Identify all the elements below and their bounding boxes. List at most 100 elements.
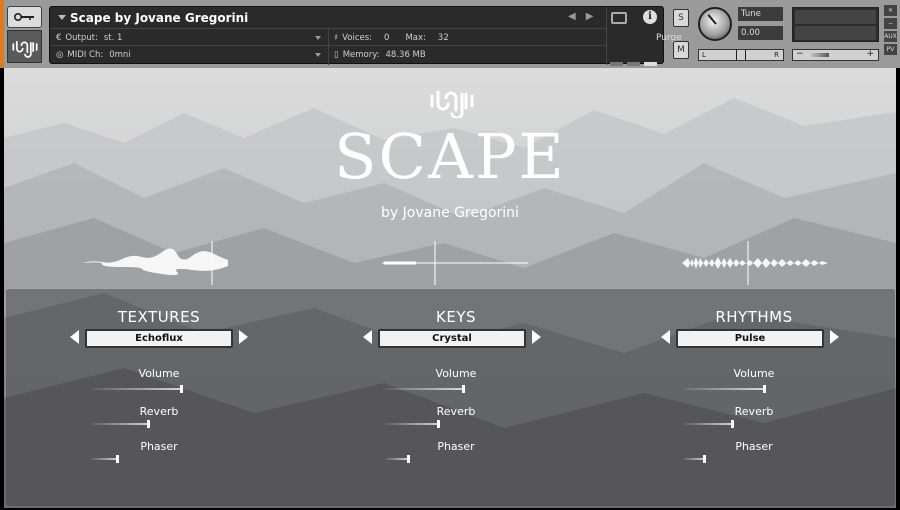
- preset-prev-arrow-icon[interactable]: [70, 330, 79, 344]
- minimize-icon[interactable]: −: [884, 18, 897, 29]
- brand-title: SCAPE: [334, 120, 566, 193]
- midi-field[interactable]: ◎ MIDI Ch: 0mni: [56, 47, 131, 62]
- output-value: st. 1: [103, 32, 123, 43]
- phaser-label: Phaser: [140, 440, 178, 453]
- memory-label: Memory:: [342, 49, 380, 60]
- keys-waveform: [382, 241, 528, 285]
- slider-thumb[interactable]: [116, 455, 119, 463]
- voices-icon: ♯: [334, 32, 339, 43]
- voices-field: ♯ Voices: 0 Max: 32: [334, 30, 449, 45]
- slider-thumb[interactable]: [180, 385, 183, 393]
- pan-center-mark: [736, 50, 746, 60]
- slider-track: [385, 423, 439, 425]
- tune-knob[interactable]: [698, 7, 732, 41]
- slider-track: [91, 458, 118, 460]
- preset-prev-arrow-icon[interactable]: [661, 330, 670, 344]
- prev-instrument-icon[interactable]: ◀: [568, 11, 576, 22]
- preset-next-arrow-icon[interactable]: [532, 330, 541, 344]
- preset-next-arrow-icon[interactable]: [830, 330, 839, 344]
- midi-value: 0mni: [109, 49, 131, 60]
- preset-selector[interactable]: Echoflux: [85, 329, 233, 348]
- slider-thumb[interactable]: [437, 420, 440, 428]
- pan-slider[interactable]: L R: [698, 49, 784, 61]
- output-label: Output:: [65, 32, 98, 43]
- camera-icon[interactable]: [611, 12, 627, 24]
- phaser-label: Phaser: [437, 440, 475, 453]
- instrument-nav: ◀ ▶: [568, 11, 603, 22]
- section-keys: KEYS Crystal Volume Reverb Phaser: [308, 289, 604, 507]
- output-dropdown-icon[interactable]: [315, 36, 321, 40]
- preset-prev-arrow-icon[interactable]: [363, 330, 372, 344]
- tune-label: Tune: [738, 7, 783, 21]
- slider-track: [385, 458, 409, 460]
- volume-slider[interactable]: [385, 385, 481, 393]
- slider-thumb[interactable]: [147, 420, 150, 428]
- midi-label: MIDI Ch:: [67, 49, 104, 60]
- control-panel: TEXTURES Echoflux Volume Reverb Phaser KEYS Cr…: [6, 288, 895, 506]
- preset-selector[interactable]: Crystal: [378, 329, 526, 348]
- output-field[interactable]: € Output: st. 1: [56, 30, 122, 45]
- preset-selector[interactable]: Pulse: [676, 329, 824, 348]
- brand-subtitle: by Jovane Gregorini: [381, 205, 519, 221]
- collapse-caret-icon[interactable]: [58, 15, 66, 20]
- section-rhythms: RHYTHMS Pulse Volume Reverb Phaser: [606, 289, 896, 507]
- phaser-slider[interactable]: [385, 455, 437, 463]
- section-title: TEXTURES: [117, 308, 201, 326]
- slider-thumb[interactable]: [407, 455, 410, 463]
- solo-button[interactable]: S: [673, 9, 689, 27]
- pv-button[interactable]: PV: [884, 44, 897, 55]
- next-instrument-icon[interactable]: ▶: [586, 11, 594, 22]
- slider-thumb[interactable]: [763, 385, 766, 393]
- reverb-slider[interactable]: [91, 420, 171, 428]
- phaser-label: Phaser: [735, 440, 773, 453]
- pan-left-label: L: [702, 51, 706, 59]
- volume-slider[interactable]: − +: [792, 49, 879, 61]
- reverb-slider[interactable]: [683, 420, 763, 428]
- max-label: Max:: [405, 32, 426, 43]
- volume-slider[interactable]: [91, 385, 187, 393]
- wrench-icon: [13, 13, 34, 21]
- scape-logo-icon: [11, 40, 38, 58]
- vol-plus-label: +: [866, 49, 874, 59]
- max-value[interactable]: 32: [438, 33, 449, 43]
- preset-next-arrow-icon[interactable]: [239, 330, 248, 344]
- instrument-title[interactable]: Scape by Jovane Gregorini: [70, 11, 248, 25]
- slider-thumb[interactable]: [703, 455, 706, 463]
- phaser-slider[interactable]: [91, 455, 143, 463]
- memory-value: 48.36 MB: [385, 49, 426, 60]
- slider-track: [91, 423, 149, 425]
- info-icon[interactable]: i: [643, 10, 657, 24]
- instrument-logo-button[interactable]: [7, 30, 42, 63]
- level-meters: [792, 7, 879, 42]
- section-textures: TEXTURES Echoflux Volume Reverb Phaser: [11, 289, 307, 507]
- reverb-label: Reverb: [436, 405, 476, 418]
- volume-label: Volume: [435, 367, 477, 380]
- slider-track: [385, 388, 464, 390]
- slider-thumb[interactable]: [731, 420, 734, 428]
- tune-value[interactable]: 0.00: [738, 26, 783, 40]
- vol-minus-label: −: [796, 49, 804, 59]
- slider-thumb[interactable]: [462, 385, 465, 393]
- instrument-panel: SCAPE by Jovane Gregorini TEXTURES Echofl…: [4, 68, 896, 508]
- mute-button[interactable]: M: [673, 41, 689, 59]
- reverb-slider[interactable]: [385, 420, 465, 428]
- scape-brand-icon: [430, 90, 474, 118]
- midi-dropdown-icon[interactable]: [315, 53, 321, 57]
- memory-icon: ▯: [334, 49, 339, 60]
- instrument-header: Scape by Jovane Gregorini ◀ ▶ i € Output:…: [0, 0, 900, 68]
- side-buttons: ✕ − AUX PV: [884, 5, 897, 57]
- slider-track: [683, 388, 765, 390]
- close-icon[interactable]: ✕: [884, 5, 897, 16]
- phaser-slider[interactable]: [683, 455, 735, 463]
- section-title: RHYTHMS: [715, 308, 793, 326]
- instrument-info-panel: Scape by Jovane Gregorini ◀ ▶ i € Output:…: [49, 6, 705, 66]
- accent-strip: [0, 0, 4, 68]
- slider-track: [91, 388, 182, 390]
- output-icon: €: [56, 32, 62, 43]
- reverb-label: Reverb: [734, 405, 774, 418]
- volume-slider[interactable]: [683, 385, 779, 393]
- wrench-button[interactable]: [7, 6, 42, 28]
- aux-button[interactable]: AUX: [884, 31, 897, 42]
- reverb-label: Reverb: [139, 405, 179, 418]
- volume-label: Volume: [138, 367, 180, 380]
